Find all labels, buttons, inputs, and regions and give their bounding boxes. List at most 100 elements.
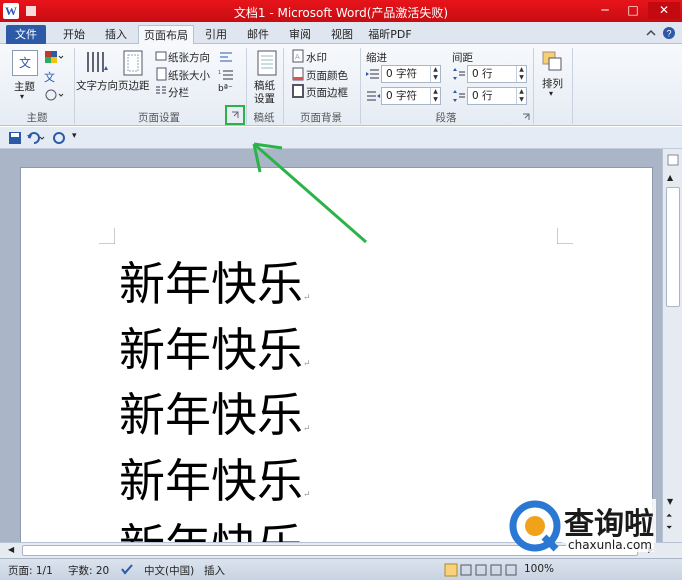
paragraph-dialog-launcher-icon[interactable] bbox=[522, 113, 530, 121]
indent-right-icon bbox=[367, 91, 380, 101]
space-before-icon bbox=[453, 68, 465, 80]
indent-left-stepper[interactable]: ▲ ▼ bbox=[430, 66, 440, 82]
columns-icon[interactable] bbox=[154, 84, 168, 98]
status-bar: 页面: 1/1 字数: 20 中文(中国) 插入 100% bbox=[0, 558, 682, 580]
indent-left-value: 0 字符 bbox=[386, 68, 418, 80]
space-before-value: 0 行 bbox=[472, 68, 493, 80]
tab-page-layout[interactable]: 页面布局 bbox=[138, 25, 194, 44]
text-line[interactable]: 新年快乐↵ bbox=[119, 248, 311, 314]
group-label-theme: 主题 bbox=[26, 112, 48, 124]
page-count[interactable]: 页面: 1/1 bbox=[8, 563, 53, 578]
crop-mark-top-left bbox=[99, 228, 115, 244]
svg-text:1: 1 bbox=[218, 70, 221, 76]
text-direction-label[interactable]: 文字方向 bbox=[76, 78, 118, 93]
collapse-ribbon-icon[interactable] bbox=[644, 26, 658, 40]
site-watermark: 查询啦 chaxunla.com bbox=[508, 497, 682, 557]
group-label-paragraph: 段落 bbox=[435, 112, 457, 124]
group-label-page-background: 页面背景 bbox=[300, 112, 342, 124]
tab-references[interactable]: 引用 bbox=[198, 25, 234, 44]
view-buttons-icon[interactable] bbox=[444, 563, 522, 577]
ribbon: 文 主题 ▾ 文 主题 文字方向 页边距 纸张方向 纸张大小 分栏 1 bª⁻ … bbox=[0, 44, 682, 126]
palette-icon[interactable] bbox=[44, 50, 64, 64]
crop-mark-top-right bbox=[557, 228, 573, 244]
undo-icon[interactable] bbox=[26, 131, 46, 145]
insert-mode[interactable]: 插入 bbox=[204, 563, 225, 578]
page-color-icon[interactable] bbox=[291, 67, 305, 81]
margins-label[interactable]: 页边距 bbox=[118, 78, 150, 93]
group-label-draft: 稿纸 bbox=[253, 112, 275, 124]
maximize-button[interactable]: □ bbox=[620, 2, 646, 19]
space-after-input[interactable]: 0 行 ▲ ▼ bbox=[467, 87, 527, 105]
brand-name: 查询啦 bbox=[562, 499, 656, 543]
tab-file[interactable]: 文件 bbox=[6, 25, 46, 44]
orientation-label[interactable]: 纸张方向 bbox=[168, 50, 210, 65]
line-numbers-icon[interactable]: 1 bbox=[218, 67, 238, 81]
proofing-icon[interactable] bbox=[120, 563, 134, 575]
tab-foxit-pdf[interactable]: 福昕PDF bbox=[364, 25, 416, 44]
text-line[interactable]: 新年快乐↵ bbox=[119, 445, 311, 511]
watermark-icon[interactable]: A bbox=[291, 49, 305, 63]
svg-text:A: A bbox=[295, 53, 300, 61]
spacing-title: 间距 bbox=[452, 52, 473, 64]
theme-icon: 文 bbox=[18, 56, 31, 70]
space-after-icon bbox=[453, 90, 465, 102]
language-status[interactable]: 中文(中国) bbox=[144, 563, 194, 578]
scroll-left-icon[interactable]: ◀ bbox=[8, 545, 14, 554]
scroll-up-icon[interactable]: ▲ bbox=[667, 173, 673, 182]
theme-button[interactable]: 文 bbox=[12, 50, 38, 76]
space-before-input[interactable]: 0 行 ▲ ▼ bbox=[467, 65, 527, 83]
customize-qat-icon[interactable]: ▾ bbox=[72, 131, 77, 141]
text-direction-icon[interactable] bbox=[84, 50, 110, 74]
arrange-dropdown-icon[interactable]: ▾ bbox=[549, 89, 553, 98]
vertical-scrollbar[interactable]: ▲ ▼ ⏶ ⏷ bbox=[662, 149, 682, 542]
window-title: 文档1 - Microsoft Word(产品激活失败) bbox=[233, 6, 449, 20]
breaks-icon[interactable] bbox=[218, 49, 238, 63]
page-color-label[interactable]: 页面颜色 bbox=[306, 68, 348, 83]
close-button[interactable]: ✕ bbox=[648, 2, 680, 19]
orientation-icon[interactable] bbox=[154, 49, 168, 63]
zoom-level[interactable]: 100% bbox=[524, 563, 554, 575]
tab-view[interactable]: 视图 bbox=[324, 25, 360, 44]
draft-setup-label-2[interactable]: 设置 bbox=[254, 91, 275, 106]
space-after-stepper[interactable]: ▲ ▼ bbox=[516, 88, 526, 104]
tab-insert[interactable]: 插入 bbox=[96, 25, 136, 44]
indent-left-input[interactable]: 0 字符 ▲ ▼ bbox=[381, 65, 441, 83]
word-count[interactable]: 字数: 20 bbox=[68, 563, 109, 578]
paper-size-icon[interactable] bbox=[154, 67, 168, 81]
indent-right-stepper[interactable]: ▲ ▼ bbox=[430, 88, 440, 104]
ribbon-tabs: 文件 开始 插入 页面布局 引用 邮件 审阅 视图 福昕PDF ? bbox=[0, 22, 682, 44]
vertical-scroll-thumb[interactable] bbox=[666, 187, 680, 307]
tab-mailings[interactable]: 邮件 bbox=[240, 25, 276, 44]
theme-effects-icon[interactable] bbox=[44, 88, 64, 102]
brand-url: chaxunla.com bbox=[566, 538, 654, 552]
tab-home[interactable]: 开始 bbox=[54, 25, 94, 44]
watermark-label[interactable]: 水印 bbox=[306, 50, 327, 65]
minimize-button[interactable]: ─ bbox=[592, 2, 618, 19]
indent-right-input[interactable]: 0 字符 ▲ ▼ bbox=[381, 87, 441, 105]
ruler-toggle-icon[interactable] bbox=[666, 153, 680, 167]
indent-title: 缩进 bbox=[366, 52, 387, 64]
text-line[interactable]: 新年快乐↵ bbox=[119, 314, 311, 380]
brand-logo-icon bbox=[509, 500, 561, 552]
hyphenation-icon[interactable]: bª⁻ bbox=[218, 84, 233, 94]
space-after-value: 0 行 bbox=[472, 90, 493, 102]
tab-review[interactable]: 审阅 bbox=[282, 25, 318, 44]
page-border-label[interactable]: 页面边框 bbox=[306, 85, 348, 100]
title-bar: W 文档1 - Microsoft Word(产品激活失败) ─ □ ✕ bbox=[0, 0, 682, 22]
svg-text:?: ? bbox=[666, 29, 671, 39]
theme-dropdown-icon[interactable]: ▾ bbox=[20, 92, 24, 101]
columns-label[interactable]: 分栏 bbox=[168, 85, 189, 100]
draft-paper-icon[interactable] bbox=[256, 50, 278, 78]
margins-icon[interactable] bbox=[122, 50, 144, 76]
indent-left-icon bbox=[366, 69, 379, 79]
space-before-stepper[interactable]: ▲ ▼ bbox=[516, 66, 526, 82]
text-line[interactable]: 新年快乐↵ bbox=[119, 379, 311, 445]
page-border-icon[interactable] bbox=[291, 84, 305, 98]
save-icon[interactable] bbox=[8, 131, 22, 145]
page-setup-dialog-launcher-icon[interactable] bbox=[231, 111, 239, 119]
redo-icon[interactable] bbox=[52, 131, 66, 145]
help-icon[interactable]: ? bbox=[662, 26, 676, 40]
theme-fonts-icon[interactable]: 文 bbox=[44, 69, 55, 85]
arrange-icon[interactable] bbox=[541, 50, 563, 72]
paper-size-label[interactable]: 纸张大小 bbox=[168, 68, 210, 83]
